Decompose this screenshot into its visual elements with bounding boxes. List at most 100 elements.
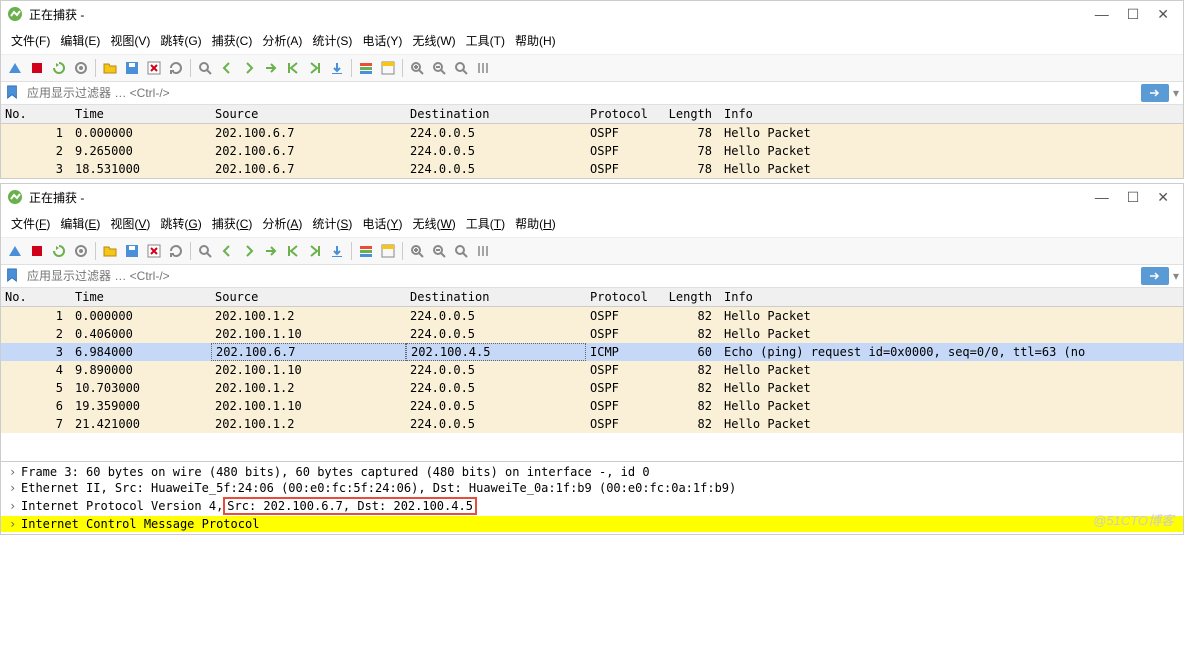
menu-item[interactable]: 文件(F) <box>7 213 54 234</box>
col-no[interactable]: No. <box>1 105 71 123</box>
reload-icon[interactable] <box>166 241 186 261</box>
menu-item[interactable]: 统计(S) <box>308 30 356 51</box>
menu-item[interactable]: 捕获(C) <box>208 213 257 234</box>
restart-icon[interactable] <box>49 58 69 78</box>
packet-row[interactable]: 510.703000202.100.1.2224.0.0.5OSPF82Hell… <box>1 379 1183 397</box>
resize-columns-icon[interactable] <box>473 241 493 261</box>
save-icon[interactable] <box>122 241 142 261</box>
packet-row[interactable]: 36.984000202.100.6.7202.100.4.5ICMP60Ech… <box>1 343 1183 361</box>
packet-list-header[interactable]: No. Time Source Destination Protocol Len… <box>1 288 1183 307</box>
menu-item[interactable]: 分析(A) <box>258 213 306 234</box>
menu-item[interactable]: 编辑(E) <box>56 30 104 51</box>
menu-item[interactable]: 文件(F) <box>7 30 54 51</box>
first-icon[interactable] <box>283 241 303 261</box>
maximize-button[interactable]: ☐ <box>1127 6 1140 23</box>
expand-icon[interactable]: › <box>9 481 21 495</box>
autoscroll-icon[interactable] <box>327 241 347 261</box>
titlebar[interactable]: 正在捕获 - — ☐ ✕ <box>1 1 1183 27</box>
maximize-button[interactable]: ☐ <box>1127 189 1140 206</box>
packet-row[interactable]: 29.265000202.100.6.7224.0.0.5OSPF78Hello… <box>1 142 1183 160</box>
zoom-out-icon[interactable] <box>429 58 449 78</box>
titlebar[interactable]: 正在捕获 - — ☐ ✕ <box>1 184 1183 210</box>
menu-item[interactable]: 工具(T) <box>462 30 509 51</box>
col-dest[interactable]: Destination <box>406 288 586 306</box>
autoscroll-icon[interactable] <box>327 58 347 78</box>
packet-list[interactable]: 10.000000202.100.1.2224.0.0.5OSPF82Hello… <box>1 307 1183 433</box>
col-source[interactable]: Source <box>211 288 406 306</box>
zoom-reset-icon[interactable] <box>451 241 471 261</box>
menu-item[interactable]: 无线(W) <box>408 30 459 51</box>
menu-item[interactable]: 视图(V) <box>106 213 154 234</box>
open-icon[interactable] <box>100 241 120 261</box>
shark-fin-icon[interactable] <box>5 241 25 261</box>
col-source[interactable]: Source <box>211 105 406 123</box>
coloring-rules-icon[interactable] <box>378 241 398 261</box>
last-icon[interactable] <box>305 241 325 261</box>
shark-fin-icon[interactable] <box>5 58 25 78</box>
zoom-in-icon[interactable] <box>407 58 427 78</box>
col-time[interactable]: Time <box>71 105 211 123</box>
packet-row[interactable]: 49.890000202.100.1.10224.0.0.5OSPF82Hell… <box>1 361 1183 379</box>
packet-row[interactable]: 10.000000202.100.1.2224.0.0.5OSPF82Hello… <box>1 307 1183 325</box>
prev-icon[interactable] <box>217 58 237 78</box>
menu-item[interactable]: 视图(V) <box>106 30 154 51</box>
menu-item[interactable]: 电话(Y) <box>358 213 406 234</box>
detail-icmp[interactable]: ›Internet Control Message Protocol <box>1 516 1183 532</box>
col-info[interactable]: Info <box>716 288 1183 306</box>
display-filter-input[interactable] <box>25 267 1141 285</box>
close-button[interactable]: ✕ <box>1157 6 1169 23</box>
col-proto[interactable]: Protocol <box>586 288 661 306</box>
apply-filter-button[interactable] <box>1141 84 1169 102</box>
menu-item[interactable]: 跳转(G) <box>156 30 205 51</box>
menu-item[interactable]: 帮助(H) <box>511 213 560 234</box>
bookmark-icon[interactable] <box>5 268 21 284</box>
options-icon[interactable] <box>71 58 91 78</box>
menu-item[interactable]: 帮助(H) <box>511 30 560 51</box>
detail-ethernet[interactable]: ›Ethernet II, Src: HuaweiTe_5f:24:06 (00… <box>1 480 1183 496</box>
options-icon[interactable] <box>71 241 91 261</box>
menu-item[interactable]: 编辑(E) <box>56 213 104 234</box>
expand-icon[interactable]: › <box>9 465 21 479</box>
packet-details-pane[interactable]: ›Frame 3: 60 bytes on wire (480 bits), 6… <box>1 461 1183 534</box>
col-dest[interactable]: Destination <box>406 105 586 123</box>
apply-filter-button[interactable] <box>1141 267 1169 285</box>
packet-row[interactable]: 318.531000202.100.6.7224.0.0.5OSPF78Hell… <box>1 160 1183 178</box>
col-len[interactable]: Length <box>661 105 716 123</box>
resize-columns-icon[interactable] <box>473 58 493 78</box>
bookmark-icon[interactable] <box>5 85 21 101</box>
next-icon[interactable] <box>239 58 259 78</box>
last-icon[interactable] <box>305 58 325 78</box>
colorize-icon[interactable] <box>356 241 376 261</box>
menu-item[interactable]: 统计(S) <box>308 213 356 234</box>
find-icon[interactable] <box>195 241 215 261</box>
packet-row[interactable]: 619.359000202.100.1.10224.0.0.5OSPF82Hel… <box>1 397 1183 415</box>
packet-list-header[interactable]: No. Time Source Destination Protocol Len… <box>1 105 1183 124</box>
minimize-button[interactable]: — <box>1095 6 1109 23</box>
detail-frame[interactable]: ›Frame 3: 60 bytes on wire (480 bits), 6… <box>1 464 1183 480</box>
menu-item[interactable]: 电话(Y) <box>358 30 406 51</box>
prev-icon[interactable] <box>217 241 237 261</box>
col-no[interactable]: No. <box>1 288 71 306</box>
close-button[interactable]: ✕ <box>1157 189 1169 206</box>
detail-ip[interactable]: ›Internet Protocol Version 4, Src: 202.1… <box>1 496 1183 516</box>
col-proto[interactable]: Protocol <box>586 105 661 123</box>
menu-item[interactable]: 跳转(G) <box>156 213 205 234</box>
menu-item[interactable]: 捕获(C) <box>208 30 257 51</box>
coloring-rules-icon[interactable] <box>378 58 398 78</box>
packet-row[interactable]: 721.421000202.100.1.2224.0.0.5OSPF82Hell… <box>1 415 1183 433</box>
horizontal-scrollbar[interactable] <box>1 433 1183 461</box>
save-icon[interactable] <box>122 58 142 78</box>
packet-row[interactable]: 10.000000202.100.6.7224.0.0.5OSPF78Hello… <box>1 124 1183 142</box>
first-icon[interactable] <box>283 58 303 78</box>
close-file-icon[interactable] <box>144 241 164 261</box>
col-len[interactable]: Length <box>661 288 716 306</box>
goto-icon[interactable] <box>261 58 281 78</box>
stop-icon[interactable] <box>27 241 47 261</box>
dropdown-icon[interactable]: ▾ <box>1173 269 1179 283</box>
close-file-icon[interactable] <box>144 58 164 78</box>
minimize-button[interactable]: — <box>1095 189 1109 206</box>
menu-item[interactable]: 无线(W) <box>408 213 459 234</box>
reload-icon[interactable] <box>166 58 186 78</box>
col-info[interactable]: Info <box>716 105 1183 123</box>
zoom-out-icon[interactable] <box>429 241 449 261</box>
